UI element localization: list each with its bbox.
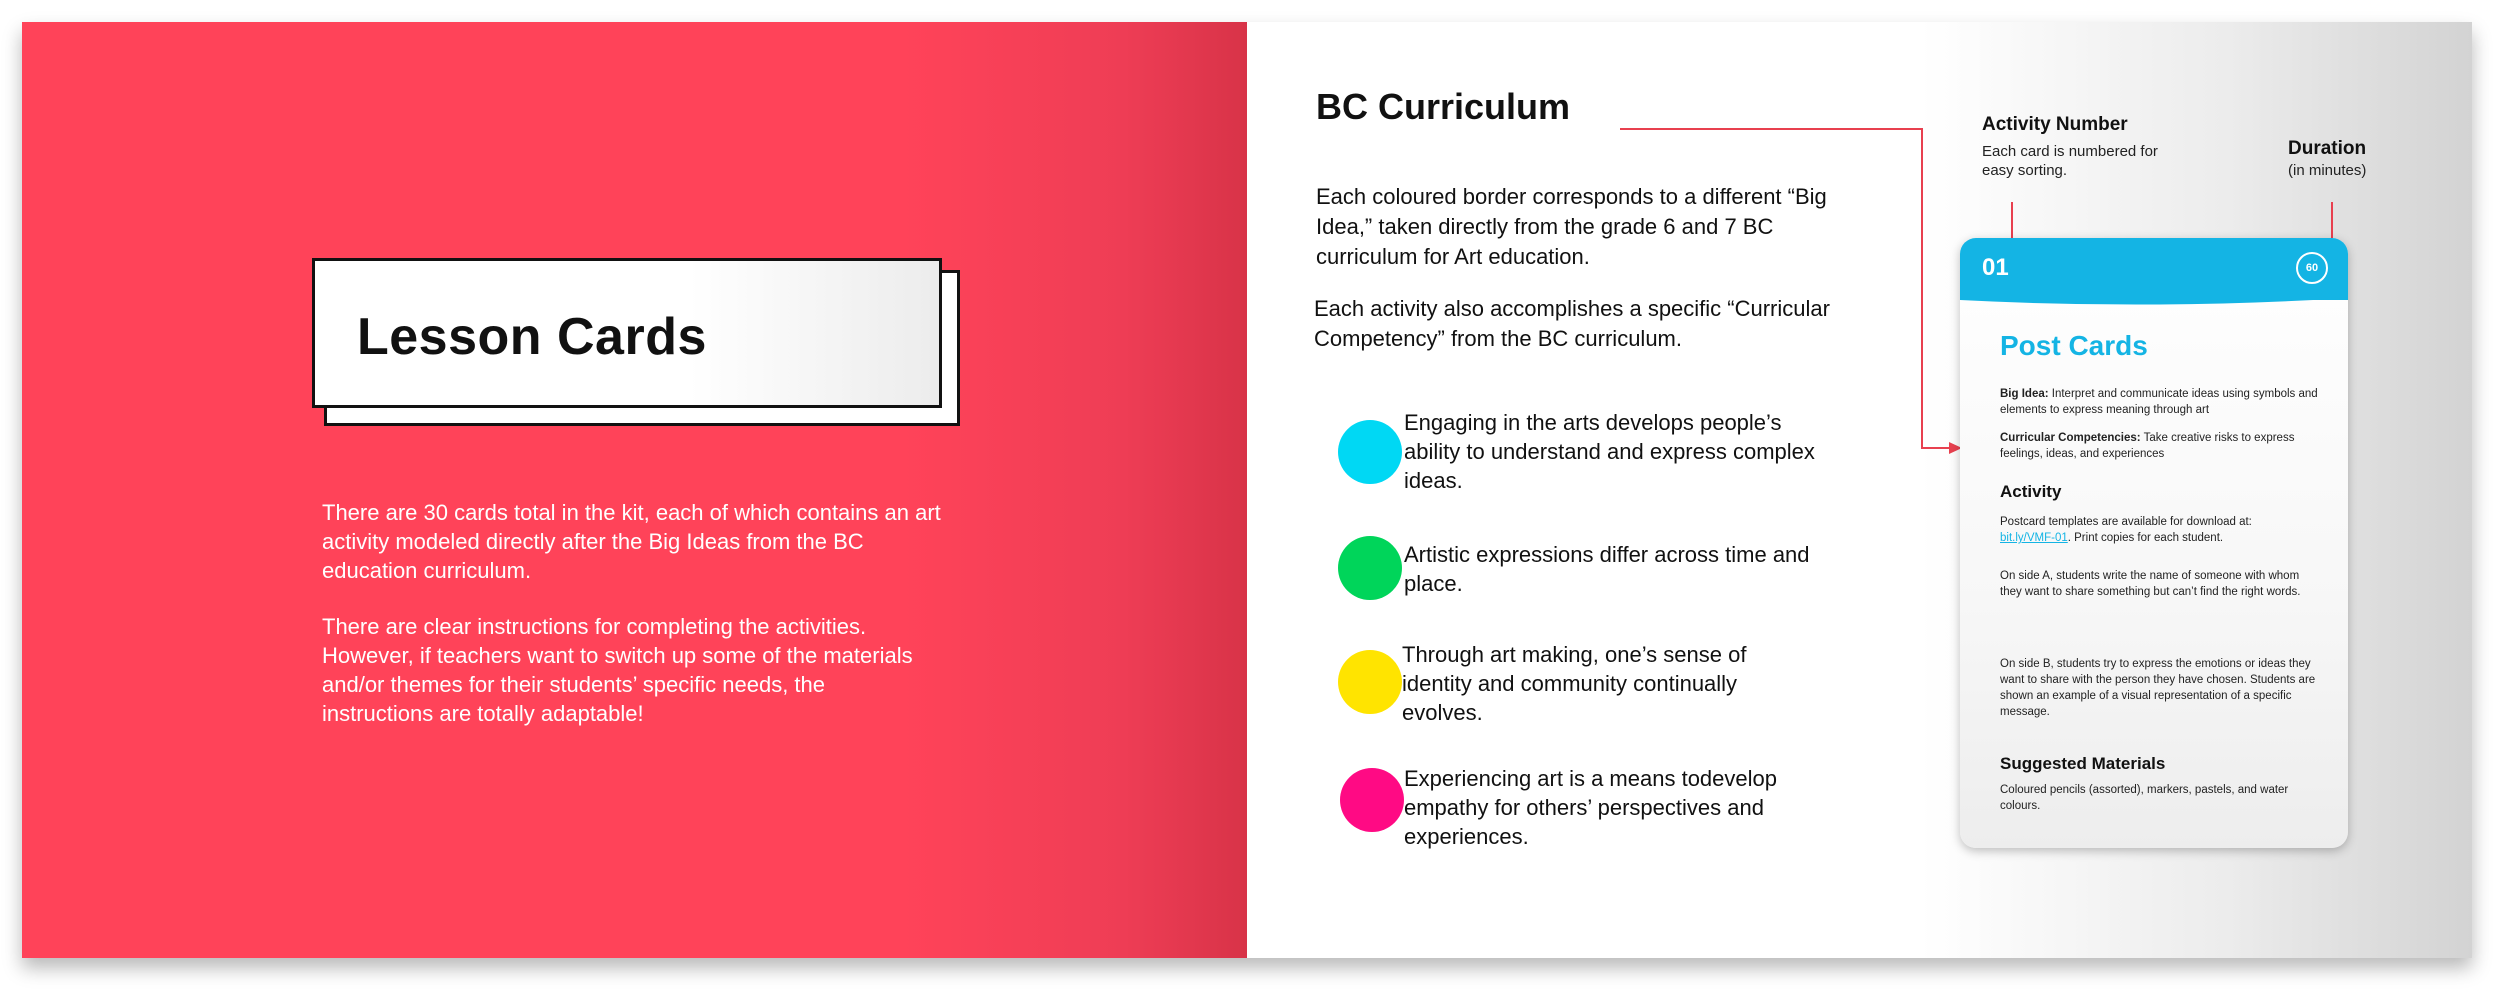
card-big-idea: Big Idea: Interpret and communicate idea… [2000,388,2318,416]
card-activity-heading: Activity [2000,482,2062,501]
timer-icon: 60 [2296,252,2328,284]
card-materials-text: Coloured pencils (assorted), markers, pa… [2000,784,2289,812]
template-link[interactable]: bit.ly/VMF-01 [2000,532,2068,544]
card-competency: Curricular Competencies: Take creative r… [2000,432,2295,460]
card-activity-intro: Postcard templates are available for dow… [2000,516,2252,544]
card-title: Post Cards [2000,330,2148,361]
card-materials-heading: Suggested Materials [2000,754,2166,773]
card-activity-side-b: On side B, students try to express the e… [2000,658,2316,718]
card-header: 01 60 [1960,238,2348,300]
curriculum-arrow [1620,128,1950,449]
card-header-curve [1960,294,2348,305]
card-number: 01 [1982,254,2009,281]
card-activity-side-a: On side A, students write the name of so… [2000,570,2301,598]
lesson-card: 01 60 Post Cards Big Idea: Interpret and… [1960,238,2348,848]
